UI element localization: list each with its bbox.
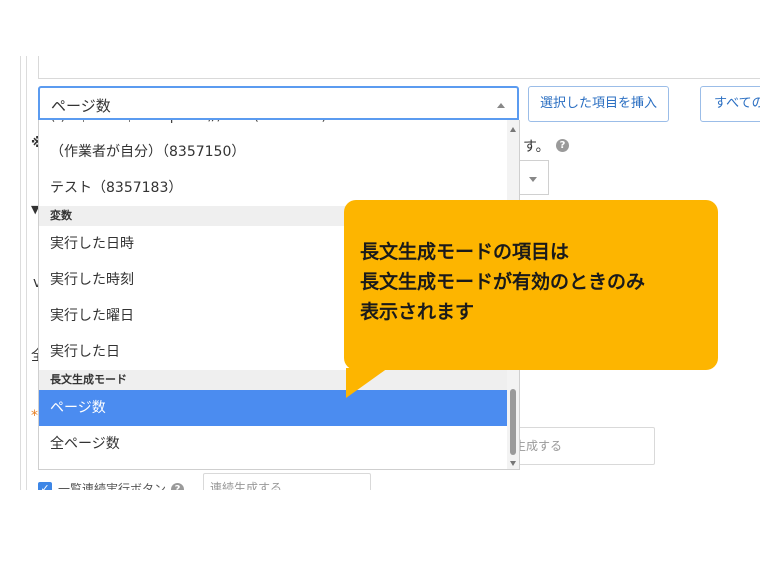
callout-line: 表示されます: [360, 301, 475, 323]
chevron-down-icon: [529, 177, 537, 182]
chevron-up-icon: [497, 103, 505, 108]
dropdown-option[interactable]: （作業者が自分）（8357150）: [39, 134, 509, 170]
scroll-up-icon[interactable]: [510, 127, 516, 132]
callout-line: 長文生成モードの項目は: [360, 241, 570, 263]
help-icon[interactable]: ?: [556, 139, 569, 152]
callout-pointer: [346, 368, 388, 398]
continuous-input-placeholder: 連続生成する: [210, 481, 283, 490]
note-text: す。: [523, 139, 550, 155]
dropdown-option-selected[interactable]: ページ数: [39, 390, 509, 426]
checkbox[interactable]: ✓: [38, 482, 52, 490]
callout-bubble: 長文生成モードの項目は 長文生成モードが有効のときのみ 表示されます: [344, 200, 718, 370]
continuous-input[interactable]: 連続生成する: [203, 473, 371, 490]
background-select[interactable]: [519, 160, 549, 195]
checkbox-label: 一覧連続実行ボタン: [58, 482, 167, 490]
dropdown-option[interactable]: 全ページ数: [39, 426, 509, 462]
insert-all-button[interactable]: すべての: [700, 86, 760, 122]
scroll-down-icon[interactable]: [510, 461, 516, 466]
generate-input[interactable]: 生成する: [507, 427, 655, 465]
select-value: ページ数: [51, 97, 111, 115]
callout-line: 長文生成モードが有効のときのみ: [360, 271, 646, 293]
dropdown-option[interactable]: (-)%$~%#$ukfnquixid,/;ikso (8357209): [39, 120, 509, 134]
option-group-header: 長文生成モード: [39, 370, 509, 390]
help-icon[interactable]: ?: [171, 483, 184, 490]
text-area[interactable]: [38, 56, 760, 79]
required-mark: *: [31, 408, 38, 424]
divider: [20, 56, 21, 490]
generate-input-placeholder: 生成する: [514, 439, 563, 453]
insert-selected-button[interactable]: 選択した項目を挿入: [528, 86, 669, 122]
divider: [26, 56, 27, 490]
field-select[interactable]: ページ数: [38, 86, 519, 120]
scrollbar-thumb[interactable]: [510, 389, 516, 455]
